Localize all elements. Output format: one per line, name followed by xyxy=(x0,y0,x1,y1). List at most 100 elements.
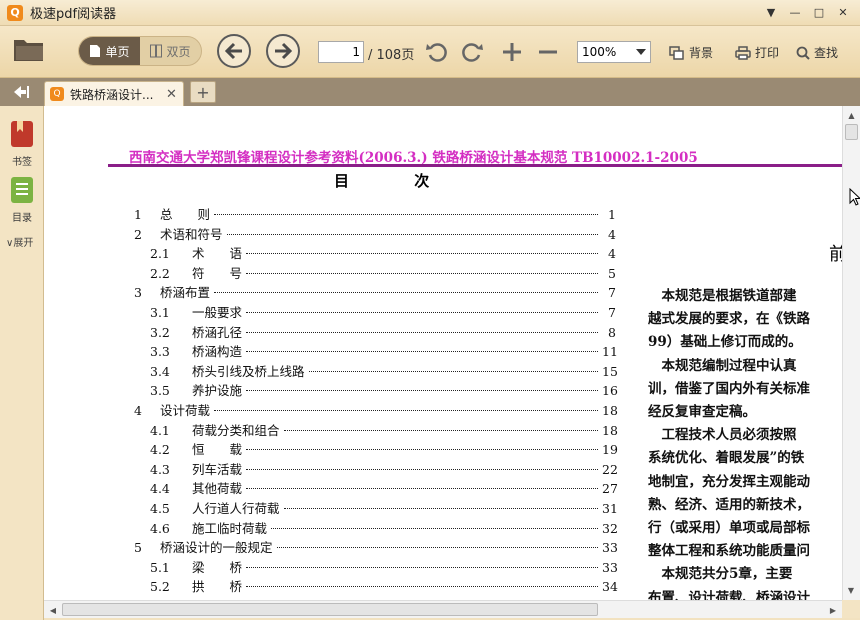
bookmark-label: 书签 xyxy=(12,157,32,168)
scroll-left-icon[interactable]: ◀ xyxy=(46,603,60,617)
horizontal-scrollbar[interactable]: ◀ ▶ xyxy=(44,600,842,618)
toc-entry-number: 2.2 xyxy=(150,265,170,281)
vertical-scroll-thumb[interactable] xyxy=(845,124,858,140)
toc-entry-page: 1 xyxy=(608,207,616,222)
toc-entry-title: 养护设施 xyxy=(192,383,243,399)
search-button[interactable]: 查找 xyxy=(796,44,838,61)
collapse-left-icon xyxy=(14,86,29,98)
minus-icon xyxy=(539,50,557,54)
preface-line: 本规范共分5章，主要 xyxy=(648,566,793,583)
toc-leader-dots xyxy=(246,586,598,588)
toc-entry-number: 2 xyxy=(134,226,142,242)
toc-entry-number: 5 xyxy=(134,540,142,556)
toc-entry: 4.5 人行道人行荷载 31 xyxy=(134,498,618,517)
background-button[interactable]: 背景 xyxy=(669,44,713,61)
zoom-out-button[interactable] xyxy=(535,39,561,65)
toc-entry-title: 桥涵设计的一般规定 xyxy=(160,540,273,556)
toc-entry-title: 设计荷载 xyxy=(160,403,211,418)
zoom-select[interactable]: 100% xyxy=(577,41,651,63)
maximize-button[interactable]: □ xyxy=(810,4,828,20)
double-page-label: 双页 xyxy=(166,44,191,59)
toc-leader-dots xyxy=(226,233,598,235)
toc-entry-page: 27 xyxy=(602,481,618,497)
horizontal-scroll-thumb[interactable] xyxy=(62,603,598,616)
toc-entry-page: 5 xyxy=(608,265,616,281)
preface-line: 布置、设计荷载、桥涵设计 xyxy=(648,589,810,600)
page-number-input[interactable] xyxy=(318,41,364,63)
toc-entry-page: 15 xyxy=(602,363,618,379)
zoom-in-button[interactable] xyxy=(499,39,525,65)
toc-entry: 4.6 施工临时荷载 32 xyxy=(134,518,618,537)
toc-entry: 2.2 符 号 5 xyxy=(134,263,616,282)
toc-leader-dots xyxy=(283,508,598,509)
next-page-button[interactable] xyxy=(266,34,300,68)
toc-entry: 4.1 荷载分类和组合 18 xyxy=(134,420,618,439)
toc-entry-title: 一般要求 xyxy=(192,305,243,320)
new-tab-button[interactable]: + xyxy=(190,81,216,103)
expand-label: 展开 xyxy=(13,238,34,249)
preface-line: 99）基础上修订而成的。 xyxy=(648,334,802,351)
toc-entry-number: 1 xyxy=(134,207,142,222)
bookmark-panel-button[interactable]: 书签 xyxy=(0,120,44,168)
toc-title: 目 次 xyxy=(334,172,460,190)
scrollbar-corner xyxy=(842,600,860,618)
app-logo-icon: Q xyxy=(7,4,23,21)
window-controls: ▼ — □ ✕ xyxy=(762,4,852,20)
toc-entry: 4 设计荷载 18 xyxy=(134,400,618,419)
preface-line: 地制宜，充分发挥主观能动 xyxy=(648,473,810,490)
header-rule xyxy=(108,164,842,167)
close-button[interactable]: ✕ xyxy=(834,4,852,20)
scroll-up-icon[interactable]: ▲ xyxy=(844,107,860,123)
preface-line: 行（或采用）单项或局部标 xyxy=(648,520,810,536)
pdf-file-icon: Q xyxy=(50,87,64,101)
toc-leader-dots xyxy=(214,410,598,411)
document-viewport[interactable]: 西南交通大学郑凯锋课程设计参考资料(2006.3.) 铁路桥涵设计基本规范 TB… xyxy=(44,106,842,600)
toc-entry-title: 梁 桥 xyxy=(192,559,243,575)
toc-leader-dots xyxy=(214,292,598,294)
toc-leader-dots xyxy=(246,390,598,392)
single-page-button[interactable]: 单页 xyxy=(79,37,140,65)
toc-entry-number: 4.3 xyxy=(150,461,170,477)
toc-entry-page: 8 xyxy=(608,324,616,340)
search-label: 查找 xyxy=(814,46,839,60)
scroll-right-icon[interactable]: ▶ xyxy=(826,603,840,617)
menu-dropdown-button[interactable]: ▼ xyxy=(762,4,780,20)
toc-entry-title: 桥涵布置 xyxy=(160,285,211,301)
vertical-scrollbar[interactable]: ▲ ▼ xyxy=(842,106,860,600)
tab-close-icon[interactable]: ✕ xyxy=(166,87,177,102)
toc-entry-number: 4.1 xyxy=(150,422,170,438)
toc-leader-dots xyxy=(214,214,598,215)
toc-entry-title: 术 语 xyxy=(192,246,243,262)
arrow-right-icon xyxy=(275,42,293,60)
toc-entry-title: 桥头引线及桥上线路 xyxy=(192,363,305,379)
collapse-sidebar-button[interactable] xyxy=(0,78,42,106)
toc-entry: 4.2 恒 载 19 xyxy=(134,439,618,458)
toc-entry-title: 恒 载 xyxy=(192,442,243,458)
toc-entry-number: 3 xyxy=(134,285,142,301)
toc-entry-page: 33 xyxy=(602,540,618,556)
open-folder-icon[interactable] xyxy=(13,36,45,62)
toc-entry-page: 11 xyxy=(602,344,618,360)
toolbar: 单页 双页 / 108页 100% 背景 打印 查找 xyxy=(0,26,860,78)
toc-panel-button[interactable]: 目录 xyxy=(0,176,44,224)
rotate-right-button[interactable] xyxy=(459,39,485,65)
rotate-right-icon xyxy=(462,43,483,62)
document-tab[interactable]: Q 铁路桥涵设计... ✕ xyxy=(44,81,184,106)
chevron-down-icon xyxy=(636,49,646,55)
plus-icon xyxy=(503,43,521,61)
previous-page-button[interactable] xyxy=(217,34,251,68)
bookmark-icon xyxy=(11,121,33,147)
toc-entry-page: 19 xyxy=(602,442,618,458)
printer-icon xyxy=(735,45,751,60)
preface-title: 前 xyxy=(829,244,842,265)
scroll-down-icon[interactable]: ▼ xyxy=(843,582,859,598)
minimize-button[interactable]: — xyxy=(786,4,804,20)
print-button[interactable]: 打印 xyxy=(735,44,779,61)
toc-entry: 4.4 其他荷载 27 xyxy=(134,478,618,497)
double-page-button[interactable]: 双页 xyxy=(140,37,201,65)
expand-panel-button[interactable]: ∨展开 xyxy=(6,234,33,249)
total-pages-label: / 108页 xyxy=(368,48,415,63)
preface-line: 越式发展的要求，在《铁路 xyxy=(648,311,810,328)
rotate-left-button[interactable] xyxy=(424,39,450,65)
toc-entry-title: 其他荷载 xyxy=(192,481,243,497)
